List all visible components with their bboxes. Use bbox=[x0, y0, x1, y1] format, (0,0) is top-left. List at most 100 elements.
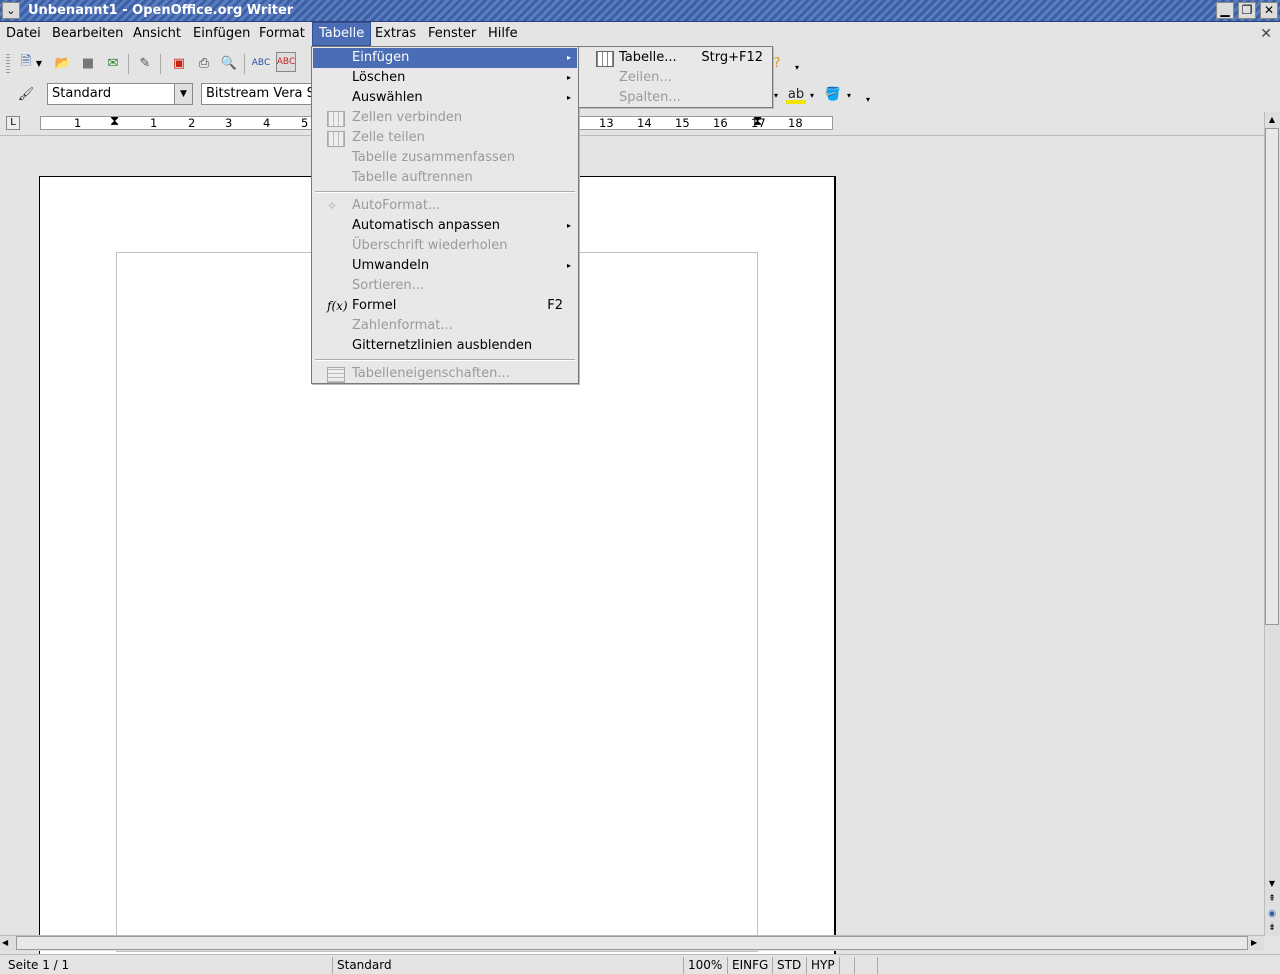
maximize-button[interactable]: ❐ bbox=[1238, 2, 1256, 19]
window-menu-button[interactable]: ⌄ bbox=[2, 2, 20, 19]
spellcheck-icon[interactable]: ABC bbox=[251, 53, 271, 73]
menu-item-zahlenformat[interactable]: Zahlenformat... bbox=[313, 316, 577, 336]
previous-page-icon[interactable]: ⇞ bbox=[1265, 892, 1279, 906]
menu-item-loeschen[interactable]: Löschen ▸ bbox=[313, 68, 577, 88]
open-folder-icon[interactable]: 📂 bbox=[53, 53, 73, 73]
tab-stop-icon[interactable]: L bbox=[6, 116, 20, 130]
status-bar: Seite 1 / 1 Standard 100% EINFG STD HYP bbox=[0, 954, 1280, 974]
submenu-arrow-icon: ▸ bbox=[566, 261, 571, 270]
menu-item-zelle-teilen[interactable]: Zelle teilen bbox=[313, 128, 577, 148]
scroll-right-icon[interactable]: ▶ bbox=[1251, 937, 1263, 949]
menu-item-automatisch-anpassen[interactable]: Automatisch anpassen ▸ bbox=[313, 216, 577, 236]
menu-item-tabelleneigenschaften[interactable]: Tabelleneigenschaften... bbox=[313, 364, 577, 384]
status-signature bbox=[854, 957, 876, 974]
close-document-icon[interactable]: ✕ bbox=[1260, 22, 1272, 46]
scroll-up-icon[interactable]: ▲ bbox=[1265, 113, 1279, 127]
ruler-label: 5 bbox=[301, 116, 309, 130]
navigator-icon[interactable]: ◉ bbox=[1265, 907, 1279, 921]
ruler-label: 1 bbox=[150, 116, 158, 130]
status-insert-mode[interactable]: EINFG bbox=[727, 957, 771, 974]
new-document-icon[interactable]: 🗎 bbox=[16, 53, 36, 73]
status-zoom[interactable]: 100% bbox=[683, 957, 726, 974]
vertical-scroll-thumb[interactable] bbox=[1265, 128, 1279, 625]
print-icon[interactable]: ⎙ bbox=[194, 53, 214, 73]
menu-tabelle[interactable]: Tabelle bbox=[312, 22, 372, 46]
submenu-item-tabelle[interactable]: Tabelle... Strg+F12 bbox=[580, 48, 771, 68]
export-pdf-icon[interactable]: ▣ bbox=[169, 53, 189, 73]
menu-ansicht[interactable]: Ansicht bbox=[127, 22, 187, 46]
menu-fenster[interactable]: Fenster bbox=[422, 22, 482, 46]
styles-icon[interactable]: 🖌 bbox=[16, 84, 36, 104]
next-page-icon[interactable]: ⇟ bbox=[1265, 921, 1279, 935]
paragraph-style-combo[interactable]: Standard ▼ bbox=[47, 83, 193, 105]
menu-item-gitternetzlinien[interactable]: Gitternetzlinien ausblenden bbox=[313, 336, 577, 356]
email-icon[interactable]: ✉ bbox=[103, 53, 123, 73]
ruler-label: 15 bbox=[675, 116, 690, 130]
ruler-label: 13 bbox=[599, 116, 614, 130]
minimize-button[interactable]: ▁ bbox=[1216, 2, 1234, 19]
edit-file-icon[interactable]: ✎ bbox=[135, 53, 155, 73]
ruler-label: 16 bbox=[713, 116, 728, 130]
submenu-arrow-icon: ▸ bbox=[566, 53, 571, 62]
status-page-style[interactable]: Standard bbox=[332, 957, 682, 974]
toolbar-overflow-icon[interactable]: ▾ bbox=[791, 57, 803, 77]
toolbar-grip[interactable] bbox=[6, 54, 10, 74]
table-properties-icon bbox=[327, 367, 345, 383]
toolbar-overflow-icon-2[interactable]: ▾ bbox=[862, 89, 874, 109]
font-name-combo[interactable]: Bitstream Vera S bbox=[201, 83, 313, 105]
menu-format[interactable]: Format bbox=[253, 22, 311, 46]
submenu-arrow-icon: ▸ bbox=[566, 73, 571, 82]
menu-bar: Datei Bearbeiten Ansicht Einfügen Format… bbox=[0, 22, 1280, 46]
menu-einfuegen[interactable]: Einfügen bbox=[187, 22, 256, 46]
submenu-arrow-icon: ▸ bbox=[566, 93, 571, 102]
shortcut-f2: F2 bbox=[547, 298, 563, 313]
menu-hilfe[interactable]: Hilfe bbox=[482, 22, 524, 46]
status-modified bbox=[839, 957, 853, 974]
ruler-label: 2 bbox=[188, 116, 196, 130]
scroll-down-icon[interactable]: ▼ bbox=[1265, 877, 1279, 891]
menu-item-tabelle-zusammenfassen[interactable]: Tabelle zusammenfassen bbox=[313, 148, 577, 168]
paragraph-style-value: Standard bbox=[52, 86, 112, 101]
menu-item-sortieren[interactable]: Sortieren... bbox=[313, 276, 577, 296]
new-dropdown-icon[interactable]: ▼ bbox=[34, 53, 44, 73]
menu-bearbeiten[interactable]: Bearbeiten bbox=[46, 22, 129, 46]
menu-item-zellen-verbinden[interactable]: Zellen verbinden bbox=[313, 108, 577, 128]
auto-spellcheck-icon[interactable]: ABC bbox=[276, 52, 296, 72]
submenu-arrow-icon: ▸ bbox=[566, 221, 571, 230]
page-preview-icon[interactable]: 🔍 bbox=[219, 53, 239, 73]
autoformat-icon: ✧ bbox=[327, 199, 338, 213]
menu-item-umwandeln[interactable]: Umwandeln ▸ bbox=[313, 256, 577, 276]
horizontal-scroll-thumb[interactable] bbox=[16, 936, 1248, 950]
menu-item-tabelle-auftrennen[interactable]: Tabelle auftrennen bbox=[313, 168, 577, 188]
menu-item-autoformat[interactable]: ✧ AutoFormat... bbox=[313, 196, 577, 216]
shortcut-strg-f12: Strg+F12 bbox=[701, 50, 763, 65]
menu-item-einfuegen[interactable]: Einfügen ▸ bbox=[313, 48, 577, 68]
save-icon[interactable]: ■ bbox=[78, 53, 98, 73]
ruler-label: 18 bbox=[788, 116, 803, 130]
menu-item-ueberschrift-wiederholen[interactable]: Überschrift wiederholen bbox=[313, 236, 577, 256]
chevron-down-icon[interactable]: ▼ bbox=[174, 84, 192, 104]
menu-extras[interactable]: Extras bbox=[369, 22, 422, 46]
bgcolor-dropdown-icon[interactable]: ▾ bbox=[843, 85, 855, 105]
ruler-label: 3 bbox=[225, 116, 233, 130]
ruler-label: 14 bbox=[637, 116, 652, 130]
menu-separator bbox=[315, 191, 575, 193]
submenu-item-spalten[interactable]: Spalten... bbox=[580, 88, 771, 108]
scroll-left-icon[interactable]: ◀ bbox=[2, 937, 14, 949]
highlighting-icon[interactable]: ab bbox=[786, 84, 806, 104]
menu-item-auswaehlen[interactable]: Auswählen ▸ bbox=[313, 88, 577, 108]
highlight-dropdown-icon[interactable]: ▾ bbox=[806, 85, 818, 105]
menu-datei[interactable]: Datei bbox=[0, 22, 47, 46]
background-color-icon[interactable]: 🪣 bbox=[823, 84, 843, 104]
table-icon bbox=[596, 51, 614, 67]
window-title: Unbenannt1 - OpenOffice.org Writer bbox=[28, 3, 294, 18]
status-selection-mode[interactable]: STD bbox=[772, 957, 805, 974]
status-page[interactable]: Seite 1 / 1 bbox=[4, 957, 69, 974]
menu-item-formel[interactable]: f(x) Formel F2 bbox=[313, 296, 577, 316]
right-indent-marker-icon[interactable]: ⧗ bbox=[753, 115, 762, 129]
status-hyperlink-mode[interactable]: HYP bbox=[806, 957, 838, 974]
submenu-item-zeilen[interactable]: Zeilen... bbox=[580, 68, 771, 88]
indent-marker-icon[interactable]: ⧗ bbox=[110, 115, 119, 129]
status-object-info bbox=[877, 957, 1277, 974]
close-window-button[interactable]: ✕ bbox=[1260, 2, 1278, 19]
